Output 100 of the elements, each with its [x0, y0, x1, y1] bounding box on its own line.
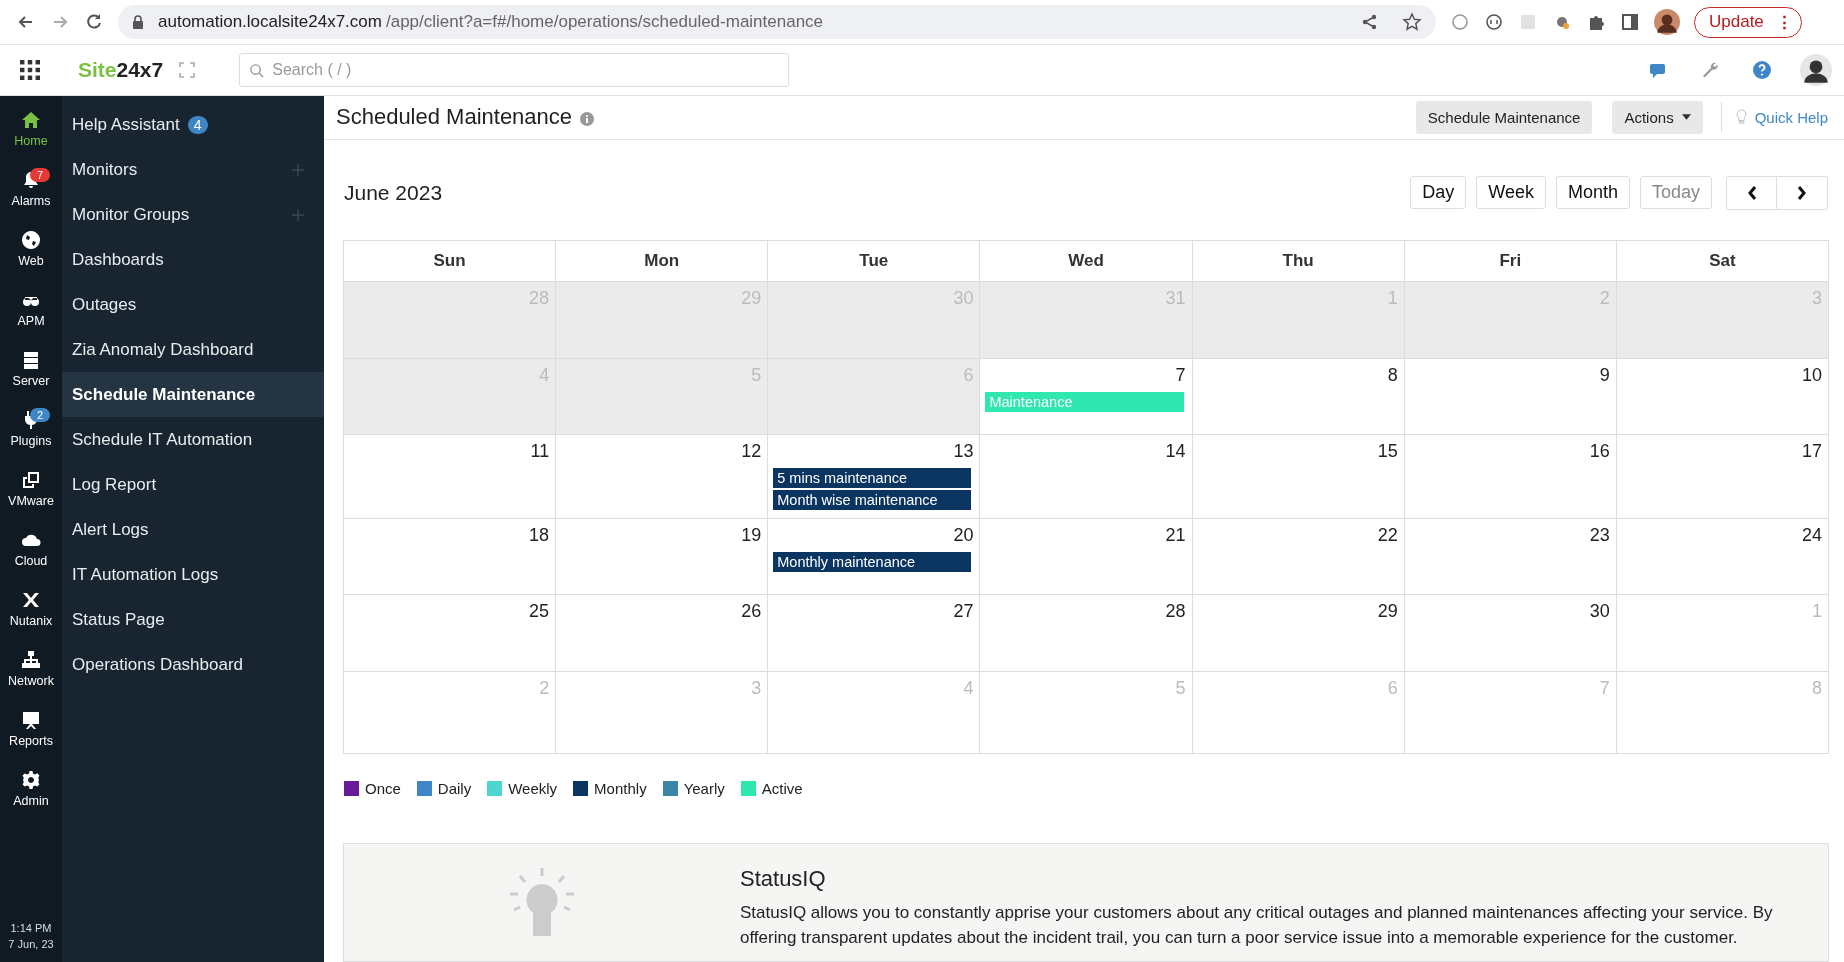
promo-text: StatusIQ allows you to constantly apprise your customers about any critical outages and planned maintenances affecting your service. By offering transparent updates about the incident trail, you can turn a poor service issue into a memorable experience for the customer. — [740, 901, 1774, 949]
module-tab[interactable]: Cloud — [0, 530, 62, 590]
day-cell[interactable]: 10 — [1616, 358, 1829, 435]
chevron-left-icon — [1746, 185, 1757, 200]
day-number: 5 — [1175, 677, 1186, 699]
view-button[interactable]: Month — [1555, 176, 1630, 210]
sidebar-item[interactable]: Monitors — [62, 147, 324, 192]
day-cell[interactable]: 25 — [344, 594, 557, 672]
side-panel-icon[interactable] — [1620, 12, 1640, 32]
day-number: 15 — [1377, 440, 1398, 462]
count-badge: 7 — [30, 168, 51, 182]
count-badge: 2 — [30, 408, 51, 422]
schedule-button[interactable]: Schedule Maintenance — [1415, 100, 1593, 134]
search-field[interactable]: Search ( / ) — [239, 53, 790, 87]
module-tab[interactable]: VMware — [0, 470, 62, 530]
module-tab[interactable]: Alarms 7 — [0, 170, 62, 230]
sidebar-item[interactable]: Operations Dashboard — [62, 642, 324, 687]
day-cell[interactable]: 30 — [1404, 594, 1617, 672]
sidebar-item[interactable]: IT Automation Logs — [62, 552, 324, 597]
actions-dropdown[interactable]: Actions — [1612, 100, 1703, 134]
previous-button[interactable] — [1726, 175, 1777, 210]
event-bar[interactable]: 5 mins maintenance — [773, 467, 972, 488]
weekday-header: Mon — [556, 240, 769, 282]
app-grid-icon[interactable] — [20, 60, 40, 80]
day-number: 1 — [1811, 600, 1822, 622]
day-number: 22 — [1377, 524, 1398, 546]
day-cell[interactable]: 21 — [980, 518, 1193, 595]
day-number: 10 — [1801, 364, 1822, 386]
day-cell[interactable]: 26 — [556, 594, 769, 672]
event-bar[interactable]: Monthly maintenance — [773, 551, 972, 572]
next-button[interactable] — [1777, 175, 1828, 210]
day-cell[interactable]: 18 — [344, 518, 557, 595]
sidebar-item[interactable]: Dashboards — [62, 237, 324, 282]
sidebar-item[interactable]: Status Page — [62, 597, 324, 642]
sidebar-item[interactable]: Help Assistant 4 — [62, 102, 324, 147]
day-number: 25 — [529, 600, 550, 622]
day-cell[interactable]: 14 — [980, 434, 1193, 519]
module-tab[interactable]: Server — [0, 350, 62, 410]
module-tab[interactable]: Plugins 2 — [0, 410, 62, 470]
sidebar-item[interactable]: Log Report — [62, 462, 324, 507]
squares-icon — [21, 470, 41, 490]
user-avatar-icon[interactable] — [1800, 54, 1832, 86]
info-icon[interactable] — [580, 112, 595, 127]
sidebar-item[interactable]: Schedule Maintenance — [62, 372, 324, 417]
day-cell[interactable]: 9 — [1404, 358, 1617, 435]
day-cell[interactable]: 8 — [1192, 358, 1405, 435]
module-tab[interactable]: Web — [0, 230, 62, 290]
day-number: 13 — [953, 440, 974, 462]
day-cell[interactable]: 16 — [1404, 434, 1617, 519]
module-tab[interactable]: APM — [0, 290, 62, 350]
view-button[interactable]: Week — [1476, 176, 1546, 210]
update-button[interactable]: Update ⋮ — [1694, 6, 1802, 38]
sidebar-item[interactable]: Schedule IT Automation — [62, 417, 324, 462]
module-tab[interactable]: Admin — [0, 770, 62, 830]
caret-icon — [1681, 114, 1691, 121]
day-cell[interactable]: 29 — [1192, 594, 1405, 672]
extension-icon[interactable] — [1484, 12, 1504, 32]
search-icon — [249, 63, 265, 78]
sidebar-item[interactable]: Alert Logs — [62, 507, 324, 552]
event-bar[interactable]: Month wise maintenance — [773, 489, 972, 510]
day-number: 2 — [539, 677, 550, 699]
page-title: Scheduled Maintenance — [336, 104, 573, 131]
day-cell[interactable]: 17 — [1616, 434, 1829, 519]
day-number: 14 — [1165, 440, 1186, 462]
view-button[interactable]: Day — [1410, 176, 1467, 210]
star-icon[interactable] — [1402, 12, 1422, 32]
sidebar-item[interactable]: Zia Anomaly Dashboard — [62, 327, 324, 372]
day-cell[interactable]: 27 — [768, 594, 981, 672]
day-number: 6 — [1387, 677, 1398, 699]
legend-label: Yearly — [683, 779, 725, 797]
reload-icon[interactable] — [84, 12, 104, 32]
clock-text: 1:14 PM 7 Jun, 23 — [8, 921, 54, 952]
day-cell[interactable]: 23 — [1404, 518, 1617, 595]
module-tab[interactable]: Home — [0, 110, 62, 170]
day-cell[interactable]: 12 — [556, 434, 769, 519]
lock-icon — [132, 15, 144, 29]
day-cell[interactable]: 22 — [1192, 518, 1405, 595]
sidebar-item[interactable]: Monitor Groups — [62, 192, 324, 237]
module-tab[interactable]: Network — [0, 650, 62, 710]
address-bar[interactable]: automation.localsite24x7.com /app/client?a=f#/home/operations/scheduled-maintenance — [118, 5, 1436, 39]
presentation-icon — [21, 710, 41, 730]
quick-help-link[interactable]: Quick Help — [1735, 108, 1828, 126]
day-cell[interactable]: 19 — [556, 518, 769, 595]
day-cell[interactable]: 7 Maintenance — [980, 358, 1193, 435]
module-tab[interactable]: Nutanix — [0, 590, 62, 650]
day-number: 23 — [1589, 524, 1610, 546]
help-icon[interactable] — [1752, 60, 1772, 80]
site-logo[interactable]: Site24x7 — [78, 58, 164, 82]
day-cell[interactable]: 24 — [1616, 518, 1829, 595]
weekday-header: Wed — [980, 240, 1193, 282]
avatar-icon[interactable] — [1654, 9, 1680, 35]
day-number: 7 — [1175, 364, 1186, 386]
day-cell[interactable]: 20 Monthly maintenance — [768, 518, 981, 595]
legend-label: Daily — [437, 779, 472, 797]
module-tab[interactable]: Reports — [0, 710, 62, 770]
day-cell[interactable]: 15 — [1192, 434, 1405, 519]
day-cell[interactable]: 28 — [980, 594, 1193, 672]
day-cell[interactable]: 11 — [344, 434, 557, 519]
sidebar-item[interactable]: Outages — [62, 282, 324, 327]
day-cell[interactable]: 13 5 mins maintenance Month wise maintenance — [768, 434, 981, 519]
